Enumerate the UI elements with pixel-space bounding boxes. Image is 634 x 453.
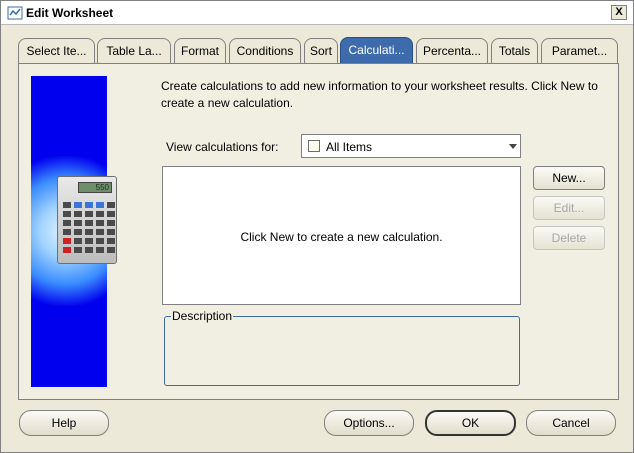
delete-button[interactable]: Delete <box>533 226 605 250</box>
title-bar: Edit Worksheet X <box>1 1 633 25</box>
new-button[interactable]: New... <box>533 166 605 190</box>
calculator-keys <box>63 202 115 253</box>
app-icon <box>7 6 23 20</box>
tab-select-items[interactable]: Select Ite... <box>18 38 95 64</box>
tab-totals[interactable]: Totals <box>491 38 538 64</box>
window-title: Edit Worksheet <box>26 6 114 20</box>
description-box: Description <box>164 309 520 386</box>
chevron-down-icon <box>509 144 517 149</box>
ok-button[interactable]: OK <box>425 410 516 436</box>
options-button[interactable]: Options... <box>324 410 414 436</box>
calculator-icon: 550 <box>57 176 117 264</box>
tab-sort[interactable]: Sort <box>304 38 338 64</box>
cancel-button[interactable]: Cancel <box>526 410 616 436</box>
tab-conditions[interactable]: Conditions <box>229 38 301 64</box>
calculations-list[interactable]: Click New to create a new calculation. <box>162 166 521 305</box>
view-calculations-select[interactable]: All Items <box>301 134 521 158</box>
calculator-display: 550 <box>78 182 112 193</box>
folder-icon <box>308 140 320 152</box>
edit-worksheet-dialog: Edit Worksheet X Select Ite... Table La.… <box>0 0 634 453</box>
view-calculations-value: All Items <box>326 140 373 154</box>
intro-text: Create calculations to add new informati… <box>161 79 598 110</box>
tab-format[interactable]: Format <box>174 38 226 64</box>
tab-calculations[interactable]: Calculati... <box>340 37 413 65</box>
tab-percentages[interactable]: Percenta... <box>416 38 488 64</box>
close-button[interactable]: X <box>611 5 627 20</box>
edit-button[interactable]: Edit... <box>533 196 605 220</box>
tab-strip: Select Ite... Table La... Format Conditi… <box>18 37 620 65</box>
tab-table-layout[interactable]: Table La... <box>97 38 171 64</box>
tab-parameters[interactable]: Paramet... <box>541 38 618 64</box>
calculations-panel: 550 Create calculations to add new infor… <box>18 63 619 400</box>
help-button[interactable]: Help <box>19 410 109 436</box>
description-label: Description <box>171 309 234 323</box>
view-calculations-label: View calculations for: <box>166 140 279 154</box>
empty-list-message: Click New to create a new calculation. <box>240 230 443 244</box>
